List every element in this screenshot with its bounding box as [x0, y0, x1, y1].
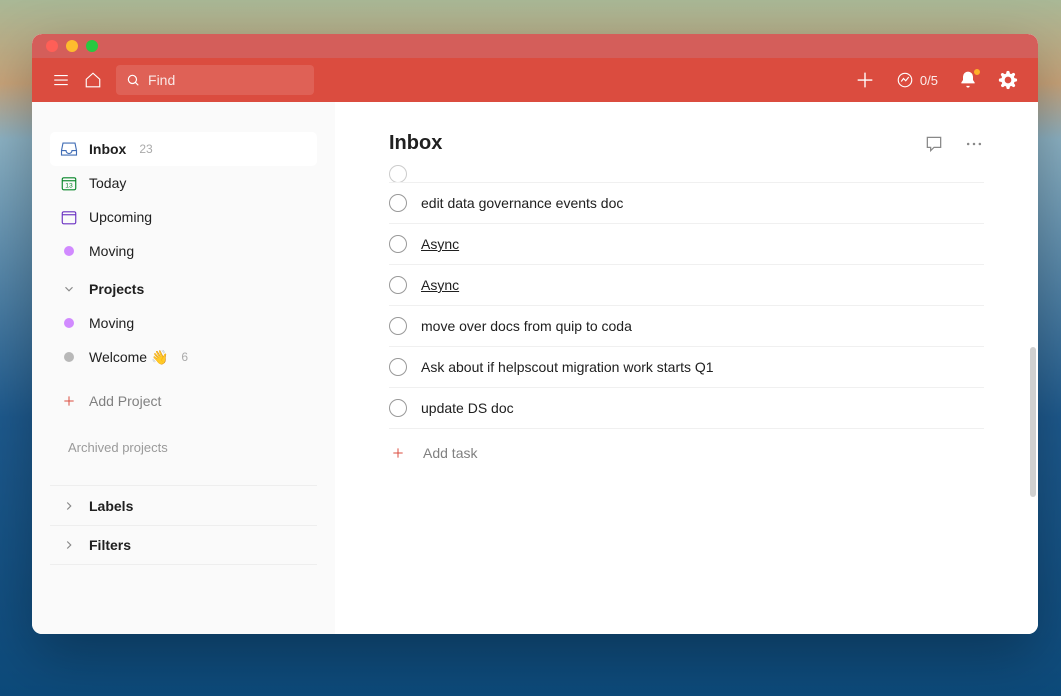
task-checkbox[interactable] [389, 317, 407, 335]
section-label: Projects [89, 281, 144, 297]
add-task-label: Add task [423, 445, 477, 461]
svg-text:13: 13 [65, 183, 73, 190]
plus-icon [389, 444, 407, 462]
comment-icon [924, 134, 944, 154]
calendar-upcoming-icon [60, 208, 78, 226]
archived-label: Archived projects [68, 440, 168, 455]
calendar-today-icon: 13 [60, 174, 78, 192]
notifications-button[interactable] [958, 70, 978, 90]
chevron-right-icon [60, 536, 78, 554]
task-row[interactable]: edit data governance events doc [389, 183, 984, 224]
sidebar-projects-header[interactable]: Projects [50, 272, 317, 306]
chevron-down-icon [60, 280, 78, 298]
quick-add-button[interactable] [854, 69, 876, 91]
inbox-icon [60, 140, 78, 158]
task-row[interactable] [389, 165, 984, 183]
sidebar-item-inbox[interactable]: Inbox 23 [50, 132, 317, 166]
task-checkbox[interactable] [389, 194, 407, 212]
task-row[interactable]: Async [389, 265, 984, 306]
menu-icon[interactable] [52, 71, 70, 89]
sidebar-item-today[interactable]: 13 Today [50, 166, 317, 200]
productivity-count: 0/5 [920, 73, 938, 88]
app-window: 0/5 Inbox 23 13 Today U [32, 34, 1038, 634]
task-row[interactable]: Async [389, 224, 984, 265]
project-color-icon [64, 246, 74, 256]
sidebar-filters-header[interactable]: Filters [50, 525, 317, 565]
close-window-button[interactable] [46, 40, 58, 52]
scrollbar-thumb[interactable] [1030, 347, 1036, 497]
task-row[interactable]: update DS doc [389, 388, 984, 429]
task-checkbox[interactable] [389, 165, 407, 183]
task-label: move over docs from quip to coda [421, 318, 632, 334]
task-label: update DS doc [421, 400, 514, 416]
sidebar-item-label: Today [89, 175, 126, 191]
sidebar-item-label: Upcoming [89, 209, 152, 225]
maximize-window-button[interactable] [86, 40, 98, 52]
notification-dot-icon [973, 68, 981, 76]
more-button[interactable] [964, 134, 984, 154]
task-label: Ask about if helpscout migration work st… [421, 359, 714, 375]
task-label: edit data governance events doc [421, 195, 623, 211]
main-actions [924, 134, 984, 154]
main-header: Inbox [389, 132, 984, 155]
chevron-right-icon [60, 497, 78, 515]
settings-button[interactable] [998, 70, 1018, 90]
project-color-icon [64, 318, 74, 328]
app-body: Inbox 23 13 Today Upcoming Moving Projec… [32, 102, 1038, 634]
task-label: Async [421, 277, 459, 293]
productivity-button[interactable]: 0/5 [896, 71, 938, 89]
add-task-button[interactable]: Add task [389, 433, 984, 473]
section-label: Labels [89, 498, 133, 514]
top-toolbar: 0/5 [32, 58, 1038, 102]
main-panel: Inbox edit data governance events doc Asy… [335, 102, 1038, 634]
more-icon [964, 134, 984, 154]
sidebar-item-count: 6 [181, 350, 188, 364]
task-checkbox[interactable] [389, 235, 407, 253]
minimize-window-button[interactable] [66, 40, 78, 52]
plus-icon [60, 392, 78, 410]
task-checkbox[interactable] [389, 358, 407, 376]
gear-icon [998, 70, 1018, 90]
sidebar-project-welcome[interactable]: Welcome 👋 6 [50, 340, 317, 374]
comments-button[interactable] [924, 134, 944, 154]
search-field[interactable] [148, 72, 304, 88]
archived-projects-link[interactable]: Archived projects [50, 440, 317, 455]
search-icon [126, 72, 140, 88]
task-row[interactable]: move over docs from quip to coda [389, 306, 984, 347]
toolbar-right: 0/5 [854, 69, 1018, 91]
titlebar [32, 34, 1038, 58]
sidebar-project-moving[interactable]: Moving [50, 306, 317, 340]
task-label: Async [421, 236, 459, 252]
task-row[interactable]: Ask about if helpscout migration work st… [389, 347, 984, 388]
task-checkbox[interactable] [389, 276, 407, 294]
add-project-button[interactable]: Add Project [50, 384, 317, 418]
sidebar-item-label: Inbox [89, 141, 126, 157]
sidebar-labels-header[interactable]: Labels [50, 485, 317, 525]
page-title: Inbox [389, 132, 924, 155]
sidebar-item-label: Welcome 👋 [89, 349, 168, 366]
sidebar: Inbox 23 13 Today Upcoming Moving Projec… [32, 102, 335, 634]
task-list: edit data governance events doc Async Asyn… [389, 165, 984, 473]
sidebar-favorite-moving[interactable]: Moving [50, 234, 317, 268]
sidebar-item-label: Moving [89, 315, 134, 331]
search-input[interactable] [116, 65, 314, 95]
sidebar-item-upcoming[interactable]: Upcoming [50, 200, 317, 234]
toolbar-left [52, 65, 314, 95]
sidebar-item-count: 23 [139, 142, 152, 156]
plus-icon [854, 69, 876, 91]
section-label: Filters [89, 537, 131, 553]
project-color-icon [64, 352, 74, 362]
productivity-icon [896, 71, 914, 89]
task-checkbox[interactable] [389, 399, 407, 417]
add-project-label: Add Project [89, 393, 161, 409]
home-icon[interactable] [84, 71, 102, 89]
sidebar-item-label: Moving [89, 243, 134, 259]
